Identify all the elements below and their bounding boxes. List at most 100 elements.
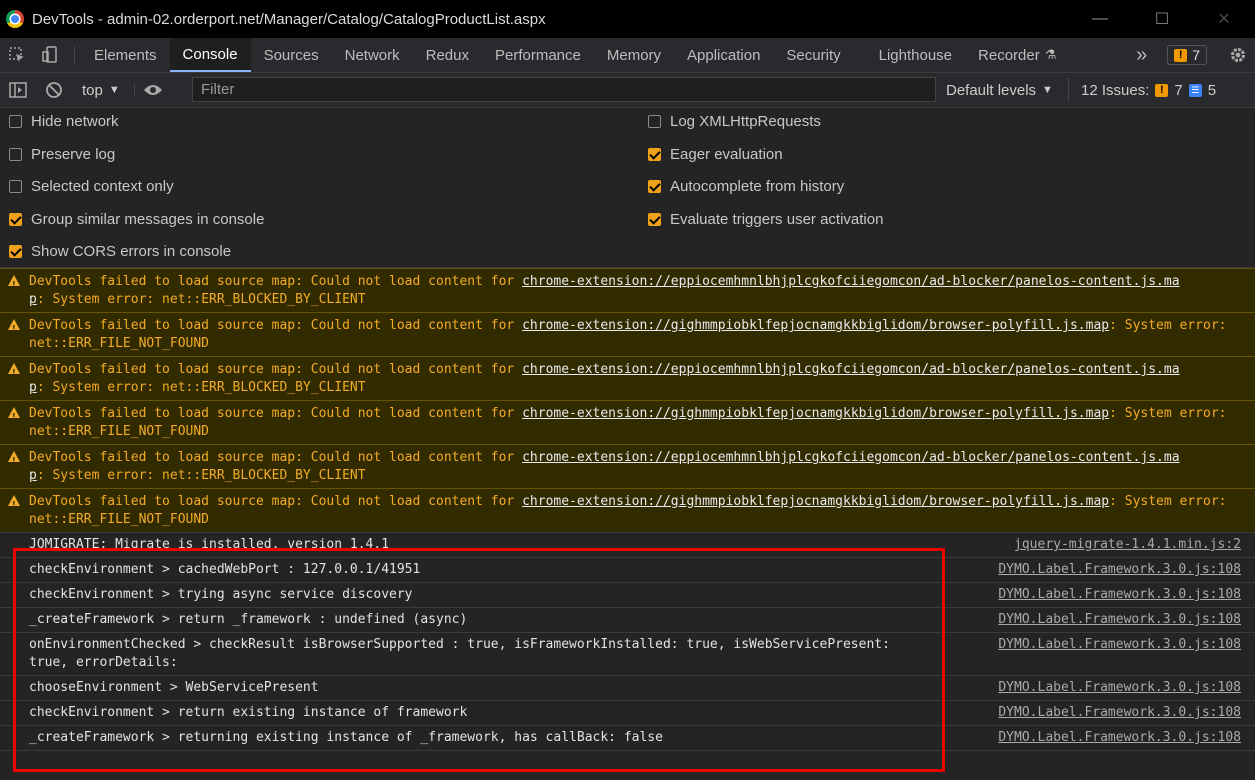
log-source-link[interactable]: DYMO.Label.Framework.3.0.js:108 [998,704,1241,722]
context-selector[interactable]: top ▼ [72,82,130,99]
window-titlebar: DevTools - admin-02.orderport.net/Manage… [0,0,1255,38]
console-warning: DevTools failed to load source map: Coul… [0,356,1255,400]
console-settings-pane: Hide network Preserve log Selected conte… [0,108,1255,268]
console-log: chooseEnvironment > WebServicePresent DY… [0,675,1255,700]
show-cors-checkbox[interactable] [9,245,22,258]
source-map-link-cont[interactable]: p [29,380,37,395]
filter-input[interactable]: Filter [192,77,936,102]
device-toolbar-icon[interactable] [34,38,68,72]
clear-console-icon[interactable] [36,81,72,99]
tab-lighthouse[interactable]: Lighthouse [866,38,965,72]
flask-icon: ⚗ [1044,47,1057,62]
group-similar-label: Group similar messages in console [31,211,265,228]
warning-error: : System error: net::ERR_BLOCKED_BY_CLIE… [36,380,366,395]
source-map-link-cont[interactable]: p [29,468,37,483]
warning-triangle-icon [8,363,20,382]
console-warning: DevTools failed to load source map: Coul… [0,488,1255,532]
preserve-log-checkbox[interactable] [9,148,22,161]
warning-icon: ! [1174,48,1188,62]
group-similar-option[interactable]: Group similar messages in console [9,211,264,228]
dropdown-arrow-icon: ▼ [108,84,120,96]
tab-recorder[interactable]: Recorder ⚗ [965,38,1069,72]
autocomplete-history-option[interactable]: Autocomplete from history [648,178,844,195]
chrome-logo-icon [6,10,24,28]
log-source-link[interactable]: DYMO.Label.Framework.3.0.js:108 [998,729,1241,747]
minimize-icon[interactable]: — [1069,0,1131,38]
preserve-log-label: Preserve log [31,146,116,163]
log-text: JQMIGRATE: Migrate is installed, version… [29,537,390,552]
eager-evaluation-option[interactable]: Eager evaluation [648,146,783,163]
log-levels-dropdown[interactable]: Default levels ▼ [946,73,1053,107]
source-map-link[interactable]: chrome-extension://eppiocemhmnlbhjplcgko… [522,274,1179,289]
source-map-link-cont[interactable]: p [29,292,37,307]
tab-network[interactable]: Network [332,38,413,72]
tab-sources[interactable]: Sources [251,38,332,72]
selected-context-label: Selected context only [31,178,174,195]
warning-text: DevTools failed to load source map: Coul… [29,362,523,377]
tab-elements[interactable]: Elements [81,38,170,72]
close-icon[interactable]: ✕ [1193,0,1255,38]
log-source-link[interactable]: DYMO.Label.Framework.3.0.js:108 [998,636,1241,654]
source-map-link[interactable]: chrome-extension://eppiocemhmnlbhjplcgko… [522,362,1179,377]
console-log: checkEnvironment > trying async service … [0,582,1255,607]
console-warning: DevTools failed to load source map: Coul… [0,312,1255,356]
group-similar-checkbox[interactable] [9,213,22,226]
hide-network-option[interactable]: Hide network [9,113,119,130]
tab-performance[interactable]: Performance [482,38,594,72]
more-tabs-icon[interactable]: » [1136,44,1147,67]
filter-placeholder: Filter [201,81,235,98]
source-map-link[interactable]: chrome-extension://eppiocemhmnlbhjplcgko… [522,450,1179,465]
preserve-log-option[interactable]: Preserve log [9,146,115,163]
warning-triangle-icon [8,275,20,294]
tab-application[interactable]: Application [674,38,773,72]
log-xhr-checkbox[interactable] [648,115,661,128]
console-log: checkEnvironment > cachedWebPort : 127.0… [0,557,1255,582]
log-source-link[interactable]: DYMO.Label.Framework.3.0.js:108 [998,611,1241,629]
show-cors-option[interactable]: Show CORS errors in console [9,243,231,260]
hide-network-checkbox[interactable] [9,115,22,128]
log-text: onEnvironmentChecked > checkResult isBro… [29,637,890,652]
selected-context-checkbox[interactable] [9,180,22,193]
console-log: _createFramework > return _framework : u… [0,607,1255,632]
gear-icon[interactable] [1221,46,1255,64]
evaluate-triggers-option[interactable]: Evaluate triggers user activation [648,211,883,228]
autocomplete-history-checkbox[interactable] [648,180,661,193]
console-warning: DevTools failed to load source map: Coul… [0,400,1255,444]
maximize-icon[interactable]: ☐ [1131,0,1193,38]
log-levels-label: Default levels [946,81,1037,99]
source-map-link[interactable]: chrome-extension://gighmmpiobklfepjocnam… [522,494,1109,509]
warning-text: DevTools failed to load source map: Coul… [29,494,523,509]
console-log: _createFramework > returning existing in… [0,725,1255,750]
tab-redux[interactable]: Redux [413,38,482,72]
tab-console[interactable]: Console [169,38,251,72]
issues-counter[interactable]: 12 Issues: ! 7 ☰ 5 [1068,78,1216,102]
eager-evaluation-checkbox[interactable] [648,148,661,161]
console-log: JQMIGRATE: Migrate is installed, version… [0,532,1255,557]
window-title: DevTools - admin-02.orderport.net/Manage… [32,10,546,28]
tab-security[interactable]: Security [773,38,853,72]
source-map-link[interactable]: chrome-extension://gighmmpiobklfepjocnam… [522,406,1109,421]
evaluate-triggers-checkbox[interactable] [648,213,661,226]
log-source-link[interactable]: DYMO.Label.Framework.3.0.js:108 [998,586,1241,604]
log-source-link[interactable]: jquery-migrate-1.4.1.min.js:2 [1014,536,1241,554]
evaluate-triggers-label: Evaluate triggers user activation [670,211,884,228]
log-xhr-option[interactable]: Log XMLHttpRequests [648,113,821,130]
log-text: _createFramework > returning existing in… [29,730,663,745]
selected-context-option[interactable]: Selected context only [9,178,174,195]
tab-memory[interactable]: Memory [594,38,674,72]
console-prompt[interactable] [0,750,1255,775]
log-source-link[interactable]: DYMO.Label.Framework.3.0.js:108 [998,679,1241,697]
log-text: checkEnvironment > cachedWebPort : 127.0… [29,562,421,577]
eye-icon[interactable] [133,83,171,97]
context-selector-value: top [82,81,103,99]
sidebar-toggle-icon[interactable] [0,82,36,98]
log-text: _createFramework > return _framework : u… [29,612,468,627]
console-log: onEnvironmentChecked > checkResult isBro… [0,632,1255,675]
inspect-element-icon[interactable] [0,38,34,72]
log-source-link[interactable]: DYMO.Label.Framework.3.0.js:108 [998,561,1241,579]
console-toolbar: top ▼ Filter Default levels ▼ 12 Issues:… [0,73,1255,108]
source-map-link[interactable]: chrome-extension://gighmmpiobklfepjocnam… [522,318,1109,333]
warnings-badge[interactable]: ! 7 [1167,45,1207,65]
console-log: checkEnvironment > return existing insta… [0,700,1255,725]
console-warning: DevTools failed to load source map: Coul… [0,444,1255,488]
